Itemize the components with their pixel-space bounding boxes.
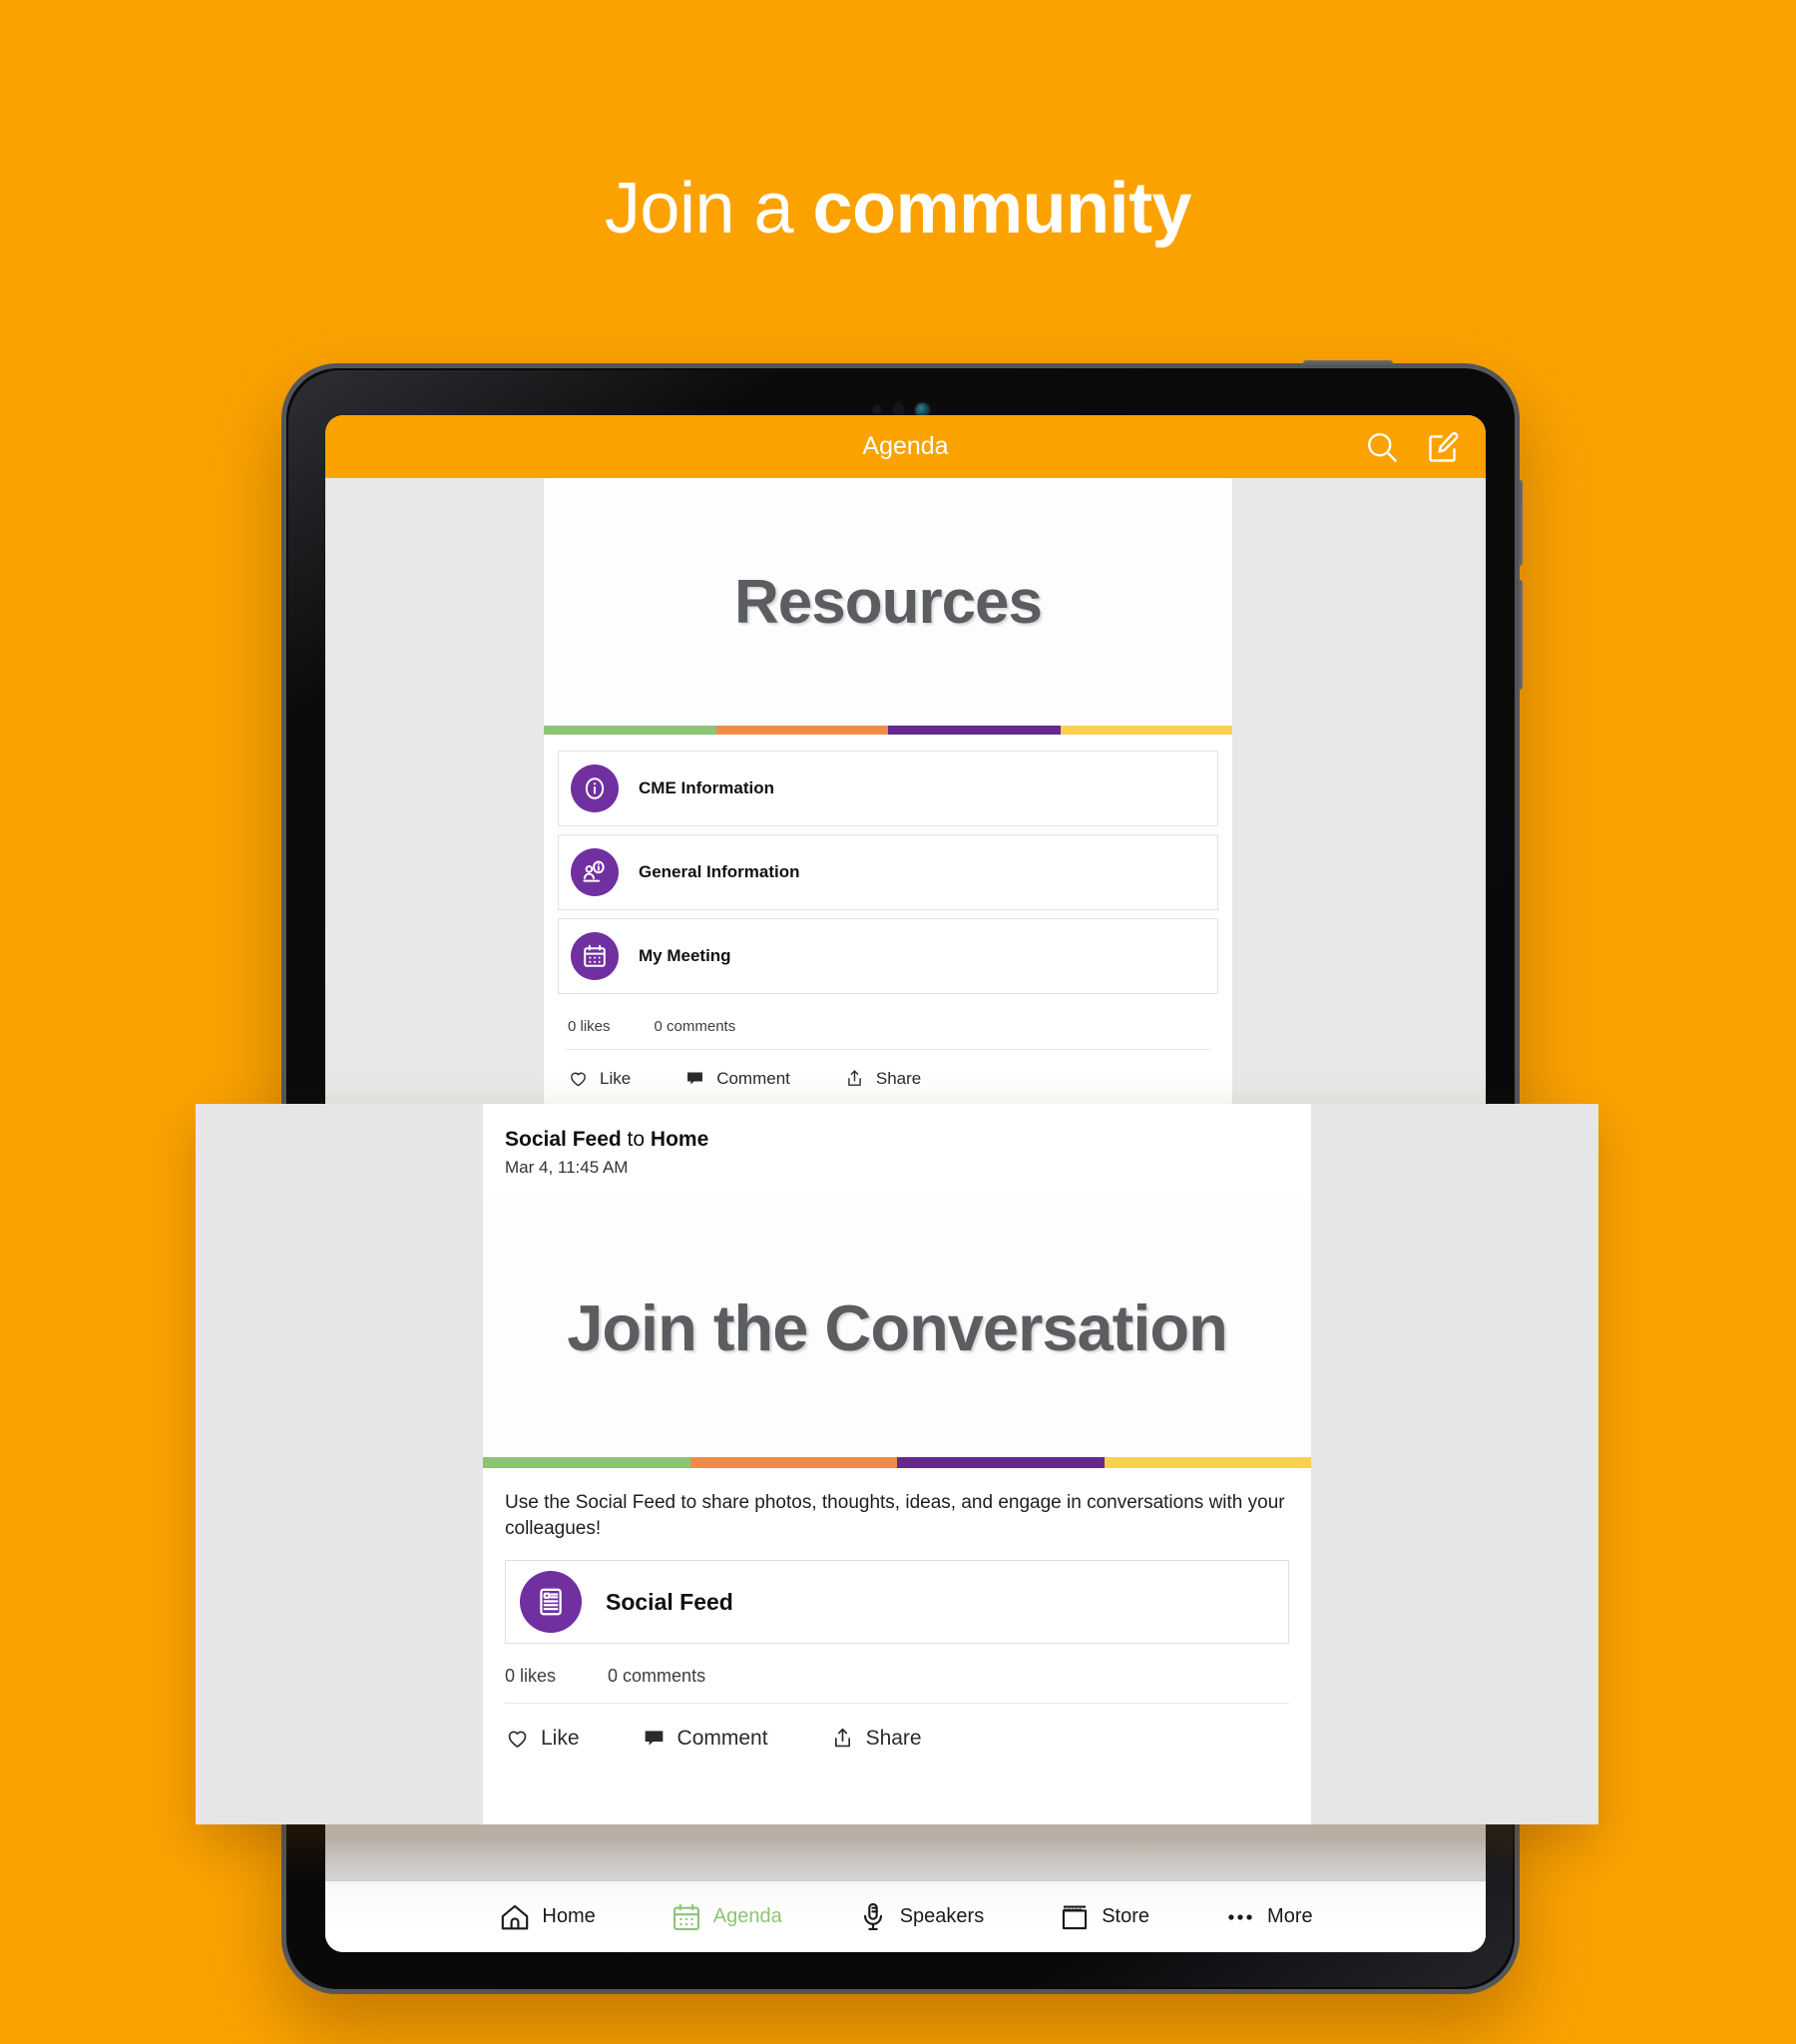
calendar-icon <box>673 1903 699 1930</box>
app-header: Agenda <box>325 415 1486 478</box>
post-action-row: Like Comment Share <box>544 1050 1232 1109</box>
tab-speakers[interactable]: Speakers <box>856 1900 985 1934</box>
info-circle-icon <box>571 765 619 812</box>
ellipsis-icon <box>1228 1913 1252 1920</box>
overlay-color-stripe <box>483 1457 1311 1468</box>
feed-post-card: Resources CME Information General Inform… <box>544 478 1232 1109</box>
overlay-post-connector: to <box>621 1128 651 1151</box>
list-item-label: CME Information <box>639 778 774 797</box>
stripe-purple <box>897 1457 1105 1468</box>
share-button-label: Share <box>875 1068 922 1088</box>
microphone-icon <box>863 1902 882 1930</box>
comment-count: 0 comments <box>654 1018 736 1035</box>
overlay-post-timestamp: Mar 4, 11:45 AM <box>505 1158 629 1177</box>
list-item-label: My Meeting <box>639 946 731 965</box>
stripe-orange <box>715 726 888 735</box>
overlay-post-destination: Home <box>650 1128 709 1151</box>
list-item[interactable]: My Meeting <box>558 918 1218 994</box>
overlay-post-author: Social Feed <box>505 1128 622 1151</box>
share-icon <box>848 1070 861 1086</box>
overlay-post-author-line: Social Feed to Home <box>505 1128 1289 1152</box>
like-button[interactable]: Like <box>505 1726 580 1751</box>
post-banner: Resources <box>544 478 1232 726</box>
feed-icon <box>520 1571 582 1634</box>
stripe-green <box>544 726 716 735</box>
like-button[interactable]: Like <box>568 1068 631 1089</box>
list-item[interactable]: Social Feed <box>505 1560 1289 1645</box>
heart-icon <box>508 1731 527 1749</box>
stripe-green <box>483 1457 690 1468</box>
sensor-dot-icon <box>872 405 881 414</box>
tab-home-label: Home <box>542 1905 596 1927</box>
comment-button[interactable]: Comment <box>642 1726 768 1751</box>
like-count: 0 likes <box>568 1018 611 1035</box>
stripe-yellow <box>1104 1457 1311 1468</box>
overlay-post-body: Use the Social Feed to share photos, tho… <box>505 1492 1285 1540</box>
search-icon[interactable] <box>1364 429 1400 465</box>
header-actions <box>1364 429 1462 465</box>
post-banner-title: Resources <box>733 567 1043 637</box>
comment-icon <box>645 1731 663 1747</box>
comment-button-label: Comment <box>676 1726 768 1750</box>
tab-store[interactable]: Store <box>1058 1900 1149 1934</box>
tab-more[interactable]: More <box>1223 1900 1313 1934</box>
overlay-post-action-row: Like Comment Share <box>483 1704 1311 1751</box>
volume-up-button[interactable] <box>1517 480 1523 566</box>
overlay-feed-post: Social Feed to Home Mar 4, 11:45 AM Join… <box>196 1104 1598 1824</box>
share-button[interactable]: Share <box>844 1068 921 1089</box>
page-title: Join a community <box>0 168 1796 250</box>
list-item[interactable]: CME Information <box>558 751 1218 826</box>
overlay-post-banner: Join the Conversation <box>483 1198 1311 1457</box>
calendar-icon <box>571 932 619 980</box>
bottom-tab-bar: Home Agenda Speakers Store More <box>325 1880 1486 1952</box>
tab-more-label: More <box>1267 1905 1313 1927</box>
overlay-link-list: Social Feed <box>483 1542 1311 1645</box>
post-link-list: CME Information General Information My M… <box>544 735 1232 994</box>
overlay-post-meta-row: 0 likes 0 comments <box>483 1644 1311 1703</box>
comment-button-label: Comment <box>716 1068 790 1088</box>
home-icon <box>502 1904 529 1929</box>
page-title-regular: Join a <box>604 169 813 249</box>
share-button[interactable]: Share <box>830 1726 922 1751</box>
overlay-post-header: Social Feed to Home Mar 4, 11:45 AM <box>483 1104 1311 1178</box>
overlay-post-banner-title: Join the Conversation <box>567 1290 1228 1364</box>
page-title-bold: community <box>812 169 1192 249</box>
post-meta-row: 0 likes 0 comments <box>544 1002 1232 1049</box>
tab-store-label: Store <box>1102 1905 1150 1927</box>
like-button-label: Like <box>541 1726 580 1750</box>
stripe-yellow <box>1060 726 1232 735</box>
comment-button[interactable]: Comment <box>684 1068 790 1089</box>
share-icon <box>834 1729 850 1748</box>
overlay-post-card: Social Feed to Home Mar 4, 11:45 AM Join… <box>483 1104 1311 1824</box>
share-button-label: Share <box>865 1726 922 1750</box>
color-stripe <box>544 726 1232 735</box>
tab-home[interactable]: Home <box>498 1900 596 1934</box>
like-count: 0 likes <box>505 1666 557 1687</box>
stripe-purple <box>888 726 1061 735</box>
compose-icon[interactable] <box>1426 429 1462 465</box>
list-item[interactable]: General Information <box>558 834 1218 910</box>
comment-icon <box>687 1072 703 1085</box>
volume-down-button[interactable] <box>1517 580 1523 690</box>
comment-count: 0 comments <box>608 1666 706 1687</box>
app-header-title: Agenda <box>862 432 949 460</box>
list-item-label: General Information <box>639 862 800 881</box>
store-icon <box>1063 1904 1088 1929</box>
stripe-orange <box>689 1457 897 1468</box>
list-item-label: Social Feed <box>606 1588 733 1615</box>
heart-icon <box>571 1072 586 1087</box>
like-button-label: Like <box>600 1068 632 1088</box>
tab-speakers-label: Speakers <box>899 1905 985 1927</box>
power-button[interactable] <box>1303 360 1393 367</box>
tab-agenda-label: Agenda <box>712 1905 782 1927</box>
person-info-icon <box>571 848 619 896</box>
tab-agenda[interactable]: Agenda <box>670 1900 782 1934</box>
